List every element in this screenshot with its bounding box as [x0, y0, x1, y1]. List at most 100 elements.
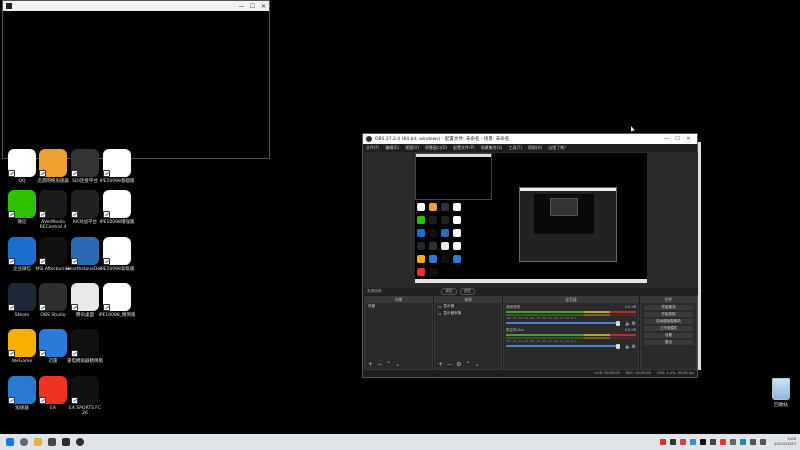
tray-app-icon[interactable]	[670, 439, 677, 445]
sources-toolbar: + − ⚙ ⌃ ⌄	[435, 360, 501, 369]
studio-mode-button[interactable]: 工作室模式	[644, 326, 693, 331]
desktop-icon[interactable]: 雷电模拟器精简版	[66, 329, 104, 364]
start-streaming-button[interactable]: 开始推流	[644, 305, 693, 310]
menu-view[interactable]: 视图(V)	[405, 145, 419, 151]
start-button-icon[interactable]	[6, 438, 14, 446]
source-item[interactable]: ▭ 显示器	[435, 303, 501, 310]
add-icon[interactable]: +	[368, 361, 373, 368]
desktop-icon[interactable]: IPE10098增强版	[98, 190, 136, 225]
app-icon	[8, 376, 36, 404]
clock[interactable]: 0:00 2025/10/27	[774, 437, 796, 446]
menu-edit[interactable]: 编辑(E)	[385, 145, 399, 151]
shortcut-arrow-icon	[39, 397, 46, 404]
app-icon	[103, 190, 131, 218]
menu-docks[interactable]: 停靠窗口(D)	[425, 145, 447, 151]
remove-icon[interactable]: −	[447, 361, 452, 368]
menu-tools[interactable]: 工具(T)	[508, 145, 522, 151]
exit-button[interactable]: 退出	[644, 340, 693, 345]
minimize-button[interactable]: —	[661, 136, 672, 142]
clock-date: 2025/10/27	[774, 441, 796, 446]
desktop-icon[interactable]: IPE10098_精简版	[98, 283, 136, 318]
scenes-dock: 场景 场景 + − ⌃ ⌄	[364, 296, 433, 370]
scene-item[interactable]: 场景	[365, 303, 432, 310]
app-icon	[71, 376, 99, 404]
desktop-icon[interactable]: EA SPORTS FC 26	[66, 376, 104, 416]
app-icon	[71, 237, 99, 265]
app-icon[interactable]	[48, 438, 56, 446]
app-icon	[71, 283, 99, 311]
live-status: LIVE: 00:00:00	[594, 371, 620, 375]
search-icon[interactable]	[20, 438, 28, 446]
shortcut-arrow-icon	[71, 397, 78, 404]
controls-dock: 控件 开始推流 开始录制 启动虚拟摄像机 工作室模式 设置 退出	[640, 296, 697, 370]
move-down-icon[interactable]: ⌄	[474, 361, 479, 368]
start-virtual-camera-button[interactable]: 启动虚拟摄像机	[644, 319, 693, 324]
app-icon	[8, 149, 36, 177]
minimize-button[interactable]: —	[236, 3, 247, 10]
preview-mini-icon	[417, 268, 425, 276]
add-icon[interactable]: +	[438, 361, 443, 368]
close-button[interactable]: ✕	[258, 3, 269, 10]
track-level: 0.0 dB	[624, 328, 636, 332]
obs-window[interactable]: OBS 27.2.4 (64 bit, windows) - 配置文件: 未命名…	[362, 133, 698, 378]
maximize-button[interactable]: ☐	[247, 3, 258, 10]
tray-app-icon[interactable]	[690, 439, 697, 445]
controls-title: 控件	[641, 297, 696, 303]
app-icon	[103, 283, 131, 311]
remove-icon[interactable]: −	[377, 361, 382, 368]
tray-app-icon[interactable]	[720, 439, 727, 445]
menu-file[interactable]: 文件(F)	[366, 145, 379, 151]
track-name: 桌面音频	[506, 305, 520, 309]
start-recording-button[interactable]: 开始录制	[644, 312, 693, 317]
monitor-icon: ▭	[438, 304, 442, 309]
preview-canvas[interactable]	[415, 153, 647, 283]
tray-app-icon[interactable]	[730, 439, 737, 445]
explorer-icon[interactable]	[34, 438, 42, 446]
speaker-icon[interactable]: 🔈⚙	[625, 344, 636, 350]
tray-app-icon[interactable]	[660, 439, 667, 445]
scene-item-label: 场景	[368, 304, 376, 308]
move-down-icon[interactable]: ⌄	[395, 361, 400, 368]
preview-mini-icon	[441, 203, 449, 211]
blank-window[interactable]: — ☐ ✕	[2, 0, 270, 159]
menu-profile[interactable]: 配置文件(P)	[453, 145, 475, 151]
preview-area	[364, 152, 698, 288]
obs-taskbar-icon[interactable]	[76, 438, 84, 446]
desktop-icon[interactable]: IPE10098高级版	[98, 237, 136, 272]
properties-button[interactable]: 属性	[441, 288, 457, 295]
menu-scene-collection[interactable]: 场景集合(S)	[481, 145, 503, 151]
speaker-icon[interactable]: 🔈⚙	[625, 321, 636, 327]
terminal-icon[interactable]	[62, 438, 70, 446]
desktop-icon[interactable]: IPE10098基础版	[98, 149, 136, 184]
move-up-icon[interactable]: ⌃	[386, 361, 391, 368]
tray-app-icon[interactable]	[740, 439, 747, 445]
wifi-icon[interactable]	[750, 439, 757, 445]
recycle-bin[interactable]: 回收站	[765, 378, 797, 408]
tray-app-icon[interactable]	[710, 439, 717, 445]
shortcut-arrow-icon	[8, 304, 15, 311]
volume-slider[interactable]	[506, 320, 620, 326]
move-up-icon[interactable]: ⌃	[465, 361, 470, 368]
desktop-icon-label: IPE10098基础版	[99, 179, 135, 184]
volume-icon[interactable]	[760, 439, 767, 445]
level-meter	[506, 334, 636, 336]
tray-app-icon[interactable]	[700, 439, 707, 445]
tray-app-icon[interactable]	[680, 439, 687, 445]
mixer-track-mic: 麦克风/Aux 0.0 dB -60 -55 -50 -45 -40 -35 -3…	[506, 328, 636, 350]
menu-help[interactable]: 帮助(H)	[528, 145, 542, 151]
app-icon	[103, 237, 131, 265]
app-icon	[71, 149, 99, 177]
preview-mini-icon	[441, 229, 449, 237]
preview-mini-icon	[429, 255, 437, 263]
menu-extra[interactable]: 出错了嗎？	[548, 145, 568, 151]
filters-button[interactable]: 滤镜	[459, 288, 475, 295]
gear-icon[interactable]: ⚙	[456, 361, 461, 368]
source-item[interactable]: ▭ 显示器采集	[435, 310, 501, 317]
obs-titlebar[interactable]: OBS 27.2.4 (64 bit, windows) - 配置文件: 未命名…	[363, 134, 697, 144]
volume-slider[interactable]	[506, 343, 620, 349]
cpu-status: CPU: 1.4%, 60.00 fps	[657, 371, 694, 375]
blank-window-titlebar[interactable]: — ☐ ✕	[3, 1, 269, 11]
close-button[interactable]: ✕	[683, 136, 694, 142]
maximize-button[interactable]: ☐	[672, 136, 683, 142]
settings-button[interactable]: 设置	[644, 333, 693, 338]
